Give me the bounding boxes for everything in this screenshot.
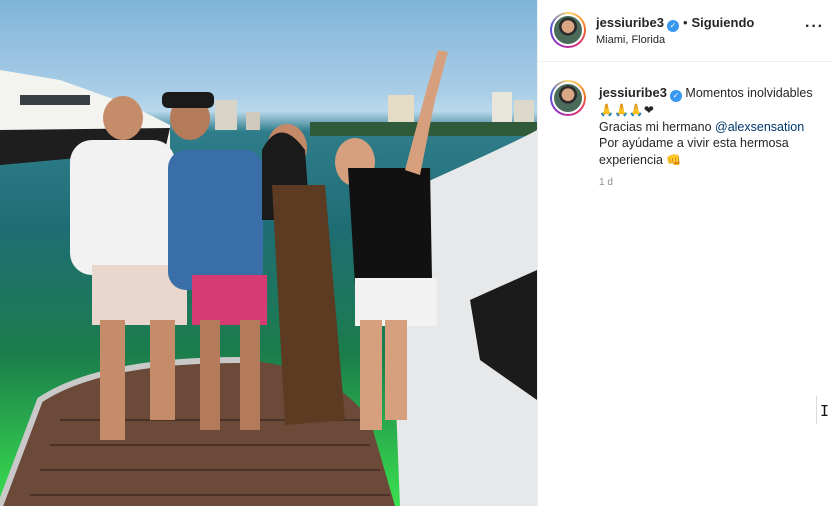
post-side-panel: jessiuribe3 ✓ • Siguiendo Miami, Florida ··…: [537, 0, 833, 506]
post-photo[interactable]: [0, 0, 537, 506]
caption-line-5: experiencia: [599, 152, 663, 167]
verified-badge-icon: ✓: [666, 20, 679, 32]
caption-line-1: Momentos inolvidables: [685, 86, 813, 100]
mention-link[interactable]: @alexsensation: [715, 120, 804, 134]
caption-emojis: 🙏🙏🙏❤: [599, 103, 654, 117]
author-username[interactable]: jessiuribe3: [596, 15, 664, 30]
post-timestamp[interactable]: 1 d: [599, 177, 613, 188]
follow-separator: •: [682, 15, 688, 30]
caption-username[interactable]: jessiuribe3: [599, 85, 667, 100]
text-cursor-icon: I: [820, 402, 830, 420]
post-location[interactable]: Miami, Florida: [596, 34, 665, 46]
caption-text: jessiuribe3 ✓ Momentos inolvidables 🙏🙏🙏❤ …: [599, 85, 824, 168]
caption-line-3: Gracias mi hermano: [599, 119, 716, 134]
caption-line-4: Por ayúdame a vivir esta hermosa: [599, 136, 789, 150]
author-avatar[interactable]: [550, 12, 586, 48]
author-line: jessiuribe3 ✓ • Siguiendo: [596, 15, 754, 32]
caption-avatar[interactable]: [550, 80, 586, 116]
more-horizontal-icon[interactable]: ···: [805, 18, 824, 36]
verified-badge-icon: ✓: [669, 90, 682, 102]
fist-emoji: 👊: [666, 152, 682, 167]
post-header: jessiuribe3 ✓ • Siguiendo Miami, Florida ··…: [538, 0, 833, 62]
following-button[interactable]: Siguiendo: [692, 15, 755, 30]
photo-scene: [0, 50, 537, 506]
